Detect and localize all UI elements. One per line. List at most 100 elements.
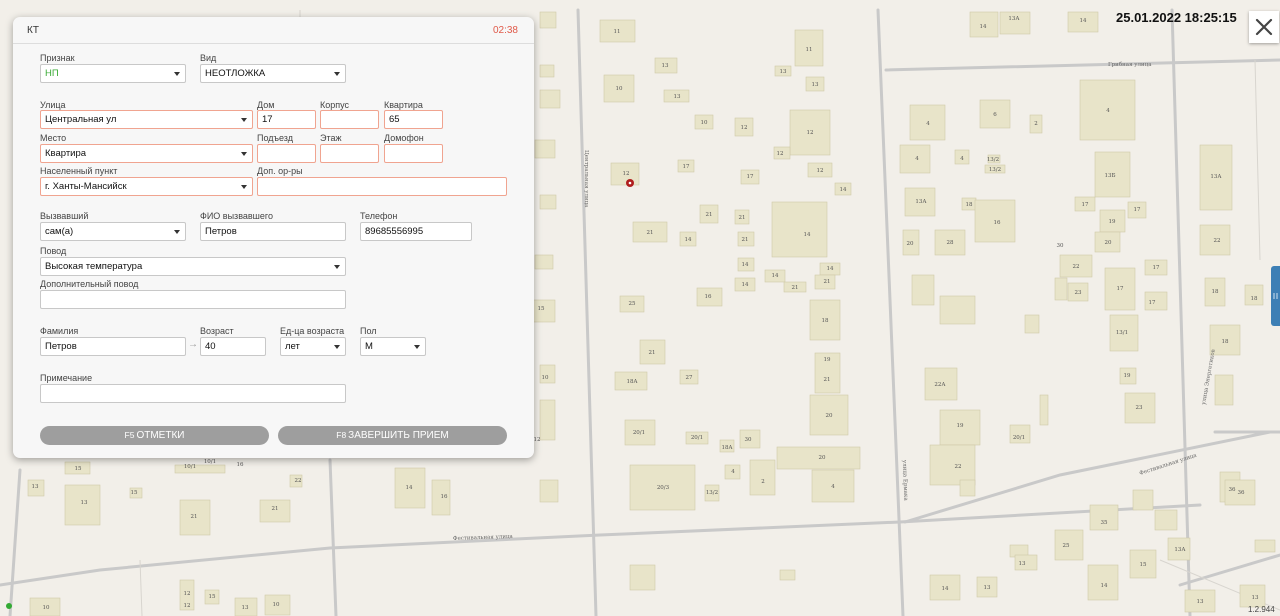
dop-orry-input[interactable] xyxy=(257,177,507,196)
building[interactable] xyxy=(534,139,556,159)
primechanie-input[interactable] xyxy=(40,384,346,403)
ed-vozrasta-select[interactable]: лет xyxy=(280,337,346,356)
finish-button[interactable]: F8 ЗАВЕРШИТЬ ПРИЕМ xyxy=(278,426,507,445)
house-number-label: 13 xyxy=(242,605,249,611)
building[interactable] xyxy=(534,254,554,270)
house-number-label: 23 xyxy=(1136,405,1143,411)
building[interactable] xyxy=(539,194,557,210)
chevron-down-icon xyxy=(241,185,247,189)
building[interactable] xyxy=(1054,277,1068,301)
house-number-label: 11 xyxy=(806,47,813,53)
building[interactable] xyxy=(539,89,561,109)
house-number-label: 14 xyxy=(742,262,749,268)
house-number-label: 10 xyxy=(542,375,549,381)
house-number-label: 10 xyxy=(701,120,708,126)
house-number-label: 13 xyxy=(984,585,991,591)
location-marker[interactable] xyxy=(626,179,634,187)
chevron-down-icon xyxy=(334,265,340,269)
call-form-panel: КТ 02:38 Признак НП Вид НЕОТЛОЖКА Улица … xyxy=(13,17,534,458)
close-button[interactable] xyxy=(1249,11,1279,43)
building[interactable] xyxy=(939,295,976,325)
building[interactable] xyxy=(539,64,555,78)
chevron-down-icon xyxy=(241,152,247,156)
house-number-label: 4 xyxy=(926,121,930,127)
building[interactable] xyxy=(929,444,976,486)
house-number-label: 21 xyxy=(649,350,656,356)
house-number-label: 13А xyxy=(1174,547,1186,553)
house-number-label: 21 xyxy=(742,237,749,243)
ulitsa-value: Центральная ул xyxy=(45,114,117,125)
house-number-label: 12 xyxy=(807,130,814,136)
house-number-label: 21 xyxy=(647,230,654,236)
house-number-label: 4 xyxy=(960,156,964,162)
house-number-label: 13/2 xyxy=(706,490,718,496)
finish-hotkey: F8 xyxy=(336,430,347,440)
korpus-input[interactable] xyxy=(320,110,379,129)
side-panel-tab[interactable] xyxy=(1271,266,1280,326)
otmetki-hotkey: F5 xyxy=(124,430,135,440)
vozrast-label: Возраст xyxy=(200,326,234,336)
copy-arrow-icon[interactable]: → xyxy=(188,339,198,350)
house-number-label: 17 xyxy=(1117,286,1124,292)
building[interactable] xyxy=(539,479,559,503)
povod-select[interactable]: Высокая температура xyxy=(40,257,346,276)
ulitsa-select[interactable]: Центральная ул xyxy=(40,110,253,129)
building[interactable] xyxy=(771,201,828,258)
house-number-label: 12 xyxy=(777,151,784,157)
vid-select[interactable]: НЕОТЛОЖКА xyxy=(200,64,346,83)
house-number-label: 13/2 xyxy=(987,157,999,163)
otmetki-button[interactable]: F5 ОТМЕТКИ xyxy=(40,426,269,445)
fio-vyzvavshego-input[interactable]: Петров xyxy=(200,222,346,241)
house-number-label: 27 xyxy=(686,375,693,381)
domofon-input[interactable] xyxy=(384,144,443,163)
vyzvavshiy-select[interactable]: сам(а) xyxy=(40,222,186,241)
building[interactable] xyxy=(629,564,656,591)
house-number-label: 13 xyxy=(812,82,819,88)
etazh-input[interactable] xyxy=(320,144,379,163)
building[interactable] xyxy=(1154,509,1178,531)
dop-povod-input[interactable] xyxy=(40,290,346,309)
house-number-label: 21 xyxy=(706,212,713,218)
house-number-label: 22 xyxy=(955,464,962,470)
house-number-label: 19 xyxy=(957,423,964,429)
building[interactable] xyxy=(1039,394,1049,426)
building[interactable] xyxy=(1132,489,1154,511)
house-number-label: 22А xyxy=(934,382,946,388)
kvartira-input[interactable]: 65 xyxy=(384,110,443,129)
building[interactable] xyxy=(749,459,776,496)
datetime: 25.01.2022 18:25:15 xyxy=(1116,10,1237,25)
panel-header: КТ 02:38 xyxy=(13,17,534,44)
building[interactable] xyxy=(959,479,976,497)
ulitsa-label: Улица xyxy=(40,100,66,110)
mesto-select[interactable]: Квартира xyxy=(40,144,253,163)
chevron-down-icon xyxy=(174,230,180,234)
podezd-input[interactable] xyxy=(257,144,316,163)
building[interactable] xyxy=(539,399,556,441)
mesto-value: Квартира xyxy=(45,148,87,159)
vozrast-input[interactable]: 40 xyxy=(200,337,266,356)
building[interactable] xyxy=(174,464,226,474)
house-number-label: 14 xyxy=(1080,18,1087,24)
priznak-select[interactable]: НП xyxy=(40,64,186,83)
building[interactable] xyxy=(779,569,796,581)
korpus-label: Корпус xyxy=(320,100,350,110)
naselenny-punkt-select[interactable]: г. Ханты-Мансийск xyxy=(40,177,253,196)
building[interactable] xyxy=(539,11,557,29)
familiya-input[interactable]: Петров xyxy=(40,337,186,356)
house-number-label: 21 xyxy=(739,215,746,221)
fio-vyzvavshego-label: ФИО вызвавшего xyxy=(200,211,273,221)
house-number-label: 21 xyxy=(792,285,799,291)
dom-input[interactable]: 17 xyxy=(257,110,316,129)
building[interactable] xyxy=(1089,504,1119,531)
building[interactable] xyxy=(1254,539,1276,553)
chevron-down-icon xyxy=(174,72,180,76)
house-number-label: 30 xyxy=(745,437,752,443)
building[interactable] xyxy=(911,274,935,306)
building[interactable] xyxy=(1024,314,1040,334)
pol-select[interactable]: М xyxy=(360,337,426,356)
house-number-label: 22 xyxy=(1073,264,1080,270)
telefon-input[interactable]: 89685556995 xyxy=(360,222,472,241)
building[interactable] xyxy=(1244,284,1264,306)
building[interactable] xyxy=(1214,374,1234,406)
close-icon xyxy=(1255,18,1273,36)
